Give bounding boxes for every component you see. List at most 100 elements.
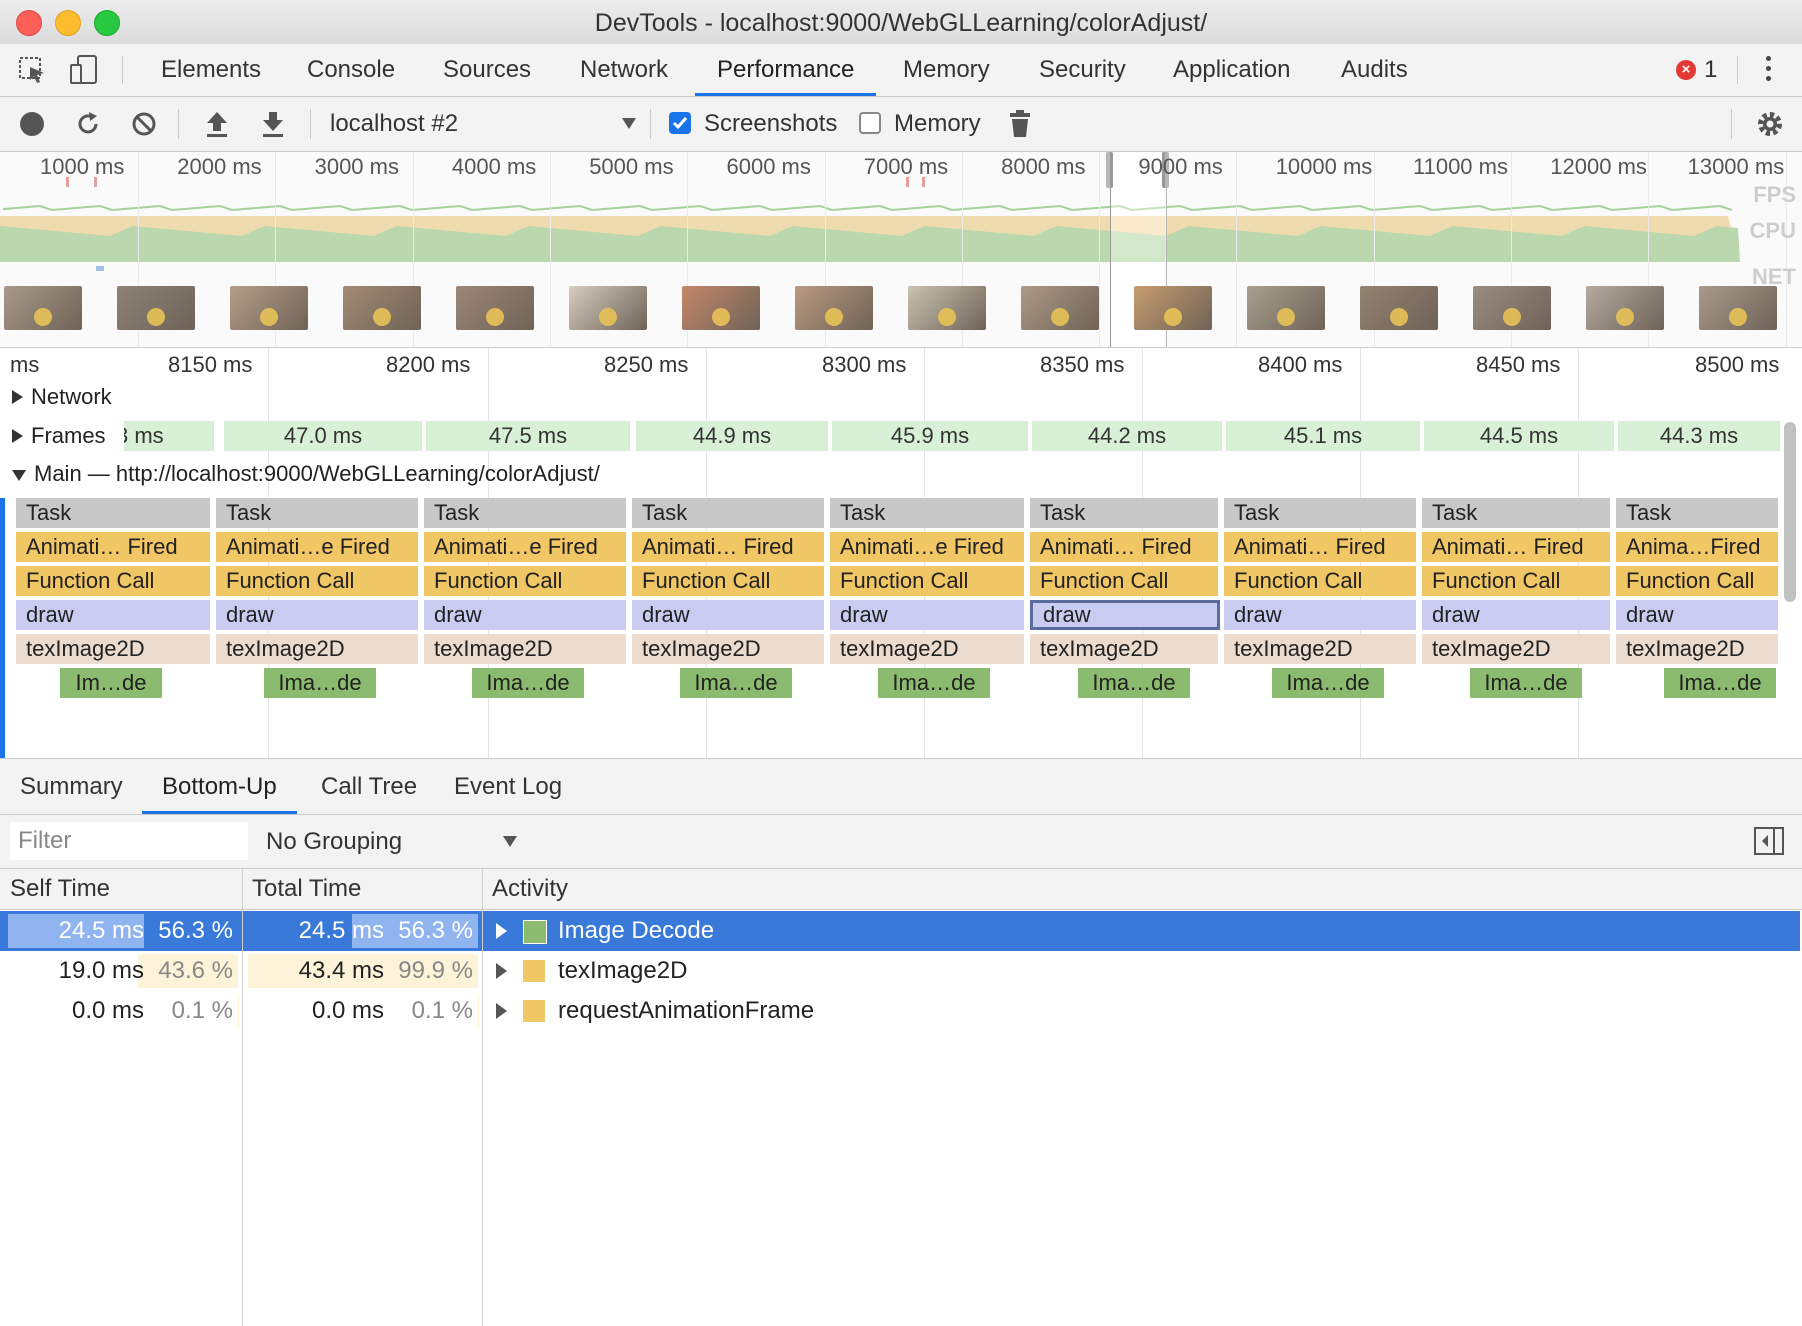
screenshot-thumbnail[interactable] bbox=[795, 286, 873, 330]
image-decode-event[interactable]: Ima…de bbox=[680, 668, 792, 698]
expand-arrow-icon[interactable] bbox=[496, 923, 507, 939]
network-track[interactable]: Network bbox=[12, 384, 112, 410]
image-decode-event[interactable]: Ima…de bbox=[1272, 668, 1384, 698]
screenshot-thumbnail[interactable] bbox=[4, 286, 82, 330]
task-event[interactable]: Task bbox=[632, 498, 826, 528]
screenshot-thumbnail[interactable] bbox=[1699, 286, 1777, 330]
screenshot-thumbnail[interactable] bbox=[908, 286, 986, 330]
draw-event[interactable]: draw bbox=[1224, 600, 1418, 630]
main-thread-track[interactable]: Main — http://localhost:9000/WebGLLearni… bbox=[12, 461, 600, 487]
task-event[interactable]: Task bbox=[216, 498, 420, 528]
screenshot-thumbnail[interactable] bbox=[1360, 286, 1438, 330]
teximage2d-event[interactable]: texImage2D bbox=[1422, 634, 1612, 664]
timeline-overview[interactable]: FPS CPU NET 1000 ms 2000 ms 3000 ms 4000 ms… bbox=[0, 152, 1802, 348]
draw-event[interactable]: draw bbox=[632, 600, 826, 630]
toggle-sidebar-icon[interactable] bbox=[1754, 827, 1784, 855]
frame-duration[interactable]: 44.9 ms bbox=[636, 421, 830, 451]
animation-frame-fired-event[interactable]: Animati…e Fired bbox=[216, 532, 420, 562]
inspect-element-icon[interactable] bbox=[18, 56, 48, 86]
download-profile-icon[interactable] bbox=[260, 109, 286, 139]
function-call-event[interactable]: Function Call bbox=[424, 566, 628, 596]
image-decode-event[interactable]: Ima…de bbox=[1470, 668, 1582, 698]
function-call-event[interactable]: Function Call bbox=[216, 566, 420, 596]
tab-sources[interactable]: Sources bbox=[443, 44, 531, 96]
more-menu-icon[interactable] bbox=[1766, 56, 1772, 81]
task-event[interactable]: Task bbox=[830, 498, 1026, 528]
function-call-event[interactable]: Function Call bbox=[830, 566, 1026, 596]
memory-label[interactable]: Memory bbox=[894, 97, 981, 151]
tab-bottom-up[interactable]: Bottom-Up bbox=[142, 759, 297, 814]
task-event[interactable]: Task bbox=[1616, 498, 1780, 528]
tab-performance[interactable]: Performance bbox=[695, 44, 877, 96]
teximage2d-event[interactable]: texImage2D bbox=[1616, 634, 1780, 664]
draw-event[interactable]: draw bbox=[1422, 600, 1612, 630]
table-row[interactable]: 19.0 ms 43.6 % 43.4 ms 99.9 % texImage2D bbox=[0, 951, 1800, 991]
frame-duration[interactable]: 45.9 ms bbox=[832, 421, 1030, 451]
expand-arrow-icon[interactable] bbox=[12, 390, 23, 404]
teximage2d-event[interactable]: texImage2D bbox=[1224, 634, 1418, 664]
task-event[interactable]: Task bbox=[1224, 498, 1418, 528]
draw-event[interactable]: draw bbox=[1030, 600, 1220, 630]
animation-frame-fired-event[interactable]: Animati… Fired bbox=[1224, 532, 1418, 562]
tab-call-tree[interactable]: Call Tree bbox=[321, 759, 417, 814]
grouping-select[interactable]: No Grouping bbox=[266, 815, 402, 868]
teximage2d-event[interactable]: texImage2D bbox=[216, 634, 420, 664]
chevron-down-icon[interactable] bbox=[503, 836, 517, 847]
upload-profile-icon[interactable] bbox=[204, 109, 230, 139]
draw-event[interactable]: draw bbox=[216, 600, 420, 630]
draw-event[interactable]: draw bbox=[830, 600, 1026, 630]
screenshot-thumbnail[interactable] bbox=[1586, 286, 1664, 330]
teximage2d-event[interactable]: texImage2D bbox=[830, 634, 1026, 664]
screenshots-checkbox[interactable] bbox=[669, 112, 691, 134]
gear-icon[interactable] bbox=[1755, 109, 1785, 139]
record-icon[interactable] bbox=[20, 112, 44, 136]
memory-checkbox[interactable] bbox=[859, 112, 881, 134]
screenshot-thumbnail[interactable] bbox=[117, 286, 195, 330]
error-count[interactable]: 1 bbox=[1704, 44, 1717, 96]
image-decode-event[interactable]: Im…de bbox=[60, 668, 162, 698]
screenshot-thumbnail[interactable] bbox=[682, 286, 760, 330]
self-time-header[interactable]: Self Time bbox=[10, 869, 110, 909]
image-decode-event[interactable]: Ima…de bbox=[472, 668, 584, 698]
screenshot-thumbnail[interactable] bbox=[1247, 286, 1325, 330]
task-event[interactable]: Task bbox=[1422, 498, 1612, 528]
frame-duration[interactable]: 44.2 ms bbox=[1032, 421, 1224, 451]
function-call-event[interactable]: Function Call bbox=[1616, 566, 1780, 596]
draw-event[interactable]: draw bbox=[424, 600, 628, 630]
draw-event[interactable]: draw bbox=[1616, 600, 1780, 630]
teximage2d-event[interactable]: texImage2D bbox=[424, 634, 628, 664]
tab-audits[interactable]: Audits bbox=[1341, 44, 1408, 96]
tab-network[interactable]: Network bbox=[580, 44, 668, 96]
error-icon[interactable]: × bbox=[1676, 60, 1696, 80]
screenshot-thumbnail[interactable] bbox=[569, 286, 647, 330]
function-call-event[interactable]: Function Call bbox=[1030, 566, 1220, 596]
flame-scrollbar[interactable] bbox=[1784, 422, 1796, 602]
animation-frame-fired-event[interactable]: Animati…e Fired bbox=[830, 532, 1026, 562]
screenshots-label[interactable]: Screenshots bbox=[704, 97, 837, 151]
total-time-header[interactable]: Total Time bbox=[252, 869, 361, 909]
animation-frame-fired-event[interactable]: Animati… Fired bbox=[16, 532, 212, 562]
tab-console[interactable]: Console bbox=[307, 44, 395, 96]
frame-duration[interactable]: 44.5 ms bbox=[1424, 421, 1616, 451]
function-call-event[interactable]: Function Call bbox=[1224, 566, 1418, 596]
task-event[interactable]: Task bbox=[424, 498, 628, 528]
screenshot-thumbnail[interactable] bbox=[1473, 286, 1551, 330]
tab-security[interactable]: Security bbox=[1039, 44, 1126, 96]
screenshot-thumbnail[interactable] bbox=[343, 286, 421, 330]
target-select[interactable]: localhost #2 bbox=[330, 97, 458, 151]
frame-duration[interactable]: 44.3 ms bbox=[1618, 421, 1782, 451]
function-call-event[interactable]: Function Call bbox=[16, 566, 212, 596]
expand-arrow-icon[interactable] bbox=[12, 429, 23, 443]
frames-track-header[interactable]: Frames bbox=[0, 421, 124, 451]
task-event[interactable]: Task bbox=[1030, 498, 1220, 528]
task-event[interactable]: Task bbox=[16, 498, 212, 528]
screenshot-thumbnail[interactable] bbox=[456, 286, 534, 330]
draw-event[interactable]: draw bbox=[16, 600, 212, 630]
filter-input[interactable]: Filter bbox=[10, 822, 248, 860]
image-decode-event[interactable]: Ima…de bbox=[264, 668, 376, 698]
function-call-event[interactable]: Function Call bbox=[632, 566, 826, 596]
tab-event-log[interactable]: Event Log bbox=[454, 759, 562, 814]
tab-application[interactable]: Application bbox=[1173, 44, 1290, 96]
tab-memory[interactable]: Memory bbox=[903, 44, 990, 96]
screenshot-thumbnail[interactable] bbox=[230, 286, 308, 330]
